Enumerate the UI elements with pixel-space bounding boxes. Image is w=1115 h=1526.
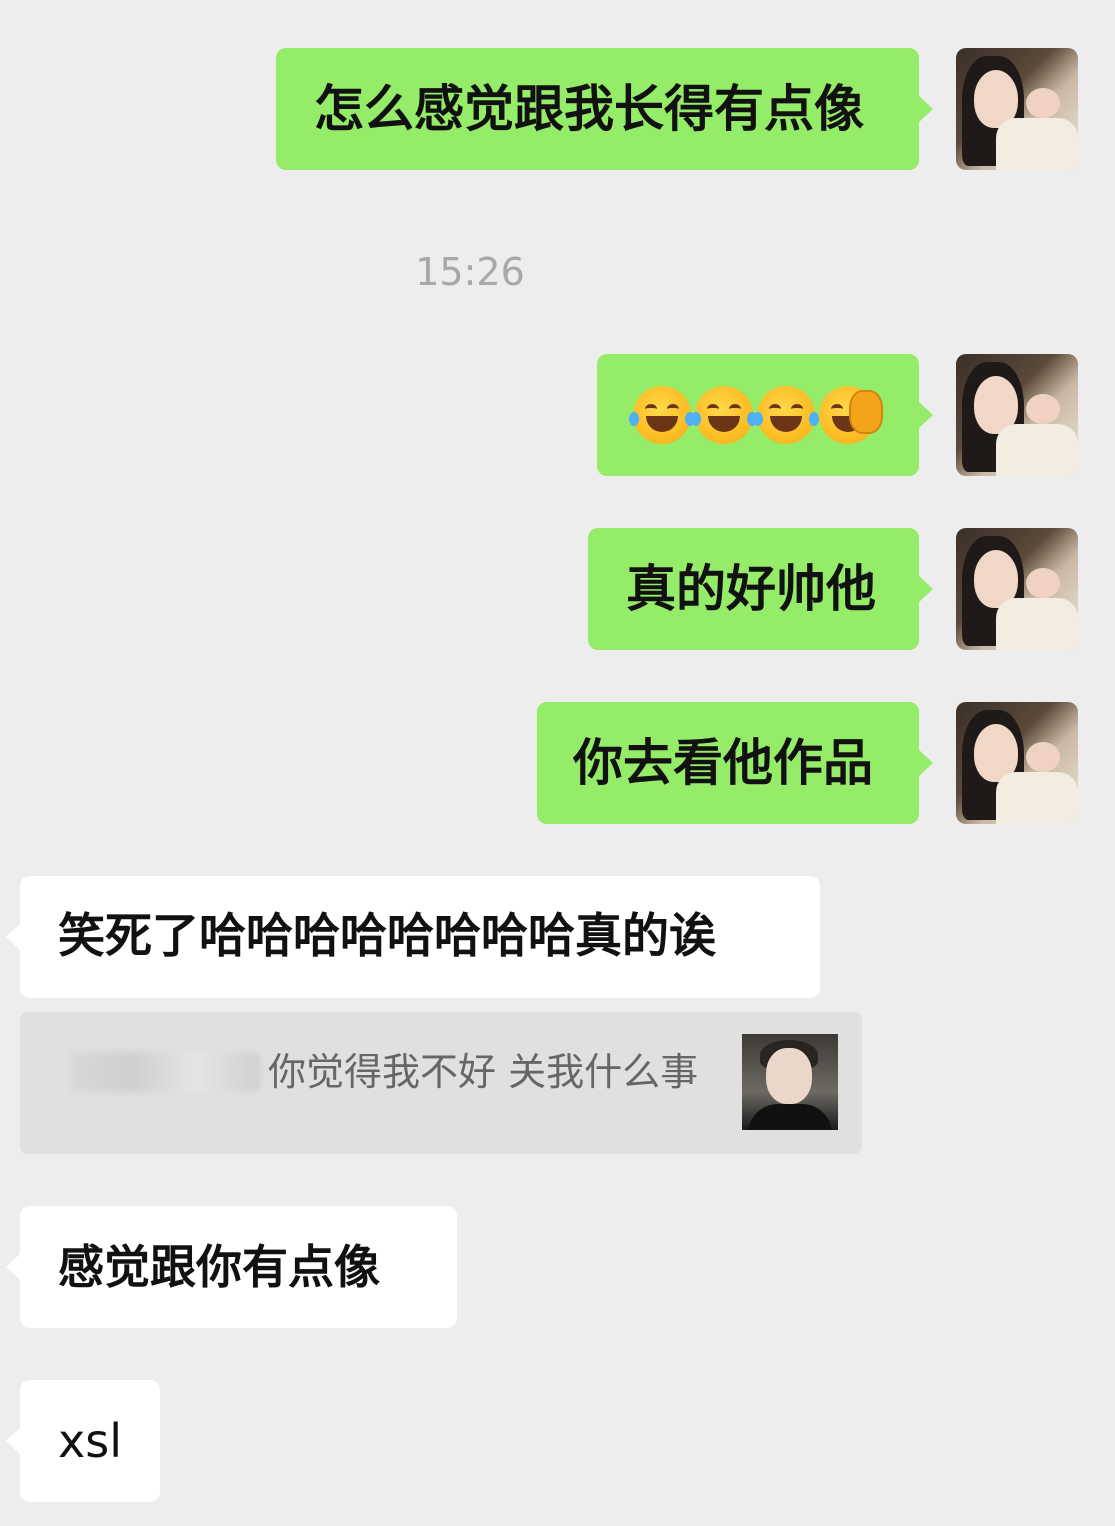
my-avatar[interactable]: [956, 354, 1078, 476]
message-text: xsl: [58, 1414, 122, 1468]
outgoing-message-bubble[interactable]: 你去看他作品: [537, 702, 933, 824]
message-text: 真的好帅他: [626, 560, 876, 618]
message-text: 你去看他作品: [573, 734, 873, 792]
message-text: 笑死了哈哈哈哈哈哈哈哈真的诶: [58, 909, 716, 964]
face-with-tears-of-joy-icon: [629, 386, 695, 444]
quoted-message[interactable]: 你觉得我不好 关我什么事: [20, 1012, 862, 1154]
incoming-message-bubble[interactable]: 感觉跟你有点像: [6, 1206, 457, 1328]
outgoing-emoji-bubble[interactable]: [597, 354, 933, 476]
incoming-message-bubble[interactable]: 笑死了哈哈哈哈哈哈哈哈真的诶: [6, 876, 820, 998]
face-with-tears-of-joy-icon: [691, 386, 757, 444]
message-row-outgoing: [0, 354, 1115, 476]
blurred-sender-name: [70, 1052, 260, 1092]
face-palm-icon: [819, 386, 883, 444]
face-with-tears-of-joy-icon: [753, 386, 819, 444]
my-avatar[interactable]: [956, 528, 1078, 650]
message-row-outgoing: 怎么感觉跟我长得有点像: [0, 48, 1115, 170]
outgoing-message-bubble[interactable]: 怎么感觉跟我长得有点像: [276, 48, 933, 170]
message-text: 怎么感觉跟我长得有点像: [314, 80, 864, 138]
outgoing-message-bubble[interactable]: 真的好帅他: [588, 528, 933, 650]
incoming-message-bubble[interactable]: xsl: [6, 1380, 160, 1502]
my-avatar[interactable]: [956, 48, 1078, 170]
quoted-image-thumbnail[interactable]: [742, 1034, 838, 1130]
my-avatar[interactable]: [956, 702, 1078, 824]
message-text: 感觉跟你有点像: [58, 1240, 380, 1294]
message-row-outgoing: 真的好帅他: [0, 528, 1115, 650]
chat-timestamp: 15:26: [415, 250, 525, 294]
message-row-outgoing: 你去看他作品: [0, 702, 1115, 824]
quoted-text: 你觉得我不好 关我什么事: [268, 1050, 699, 1094]
